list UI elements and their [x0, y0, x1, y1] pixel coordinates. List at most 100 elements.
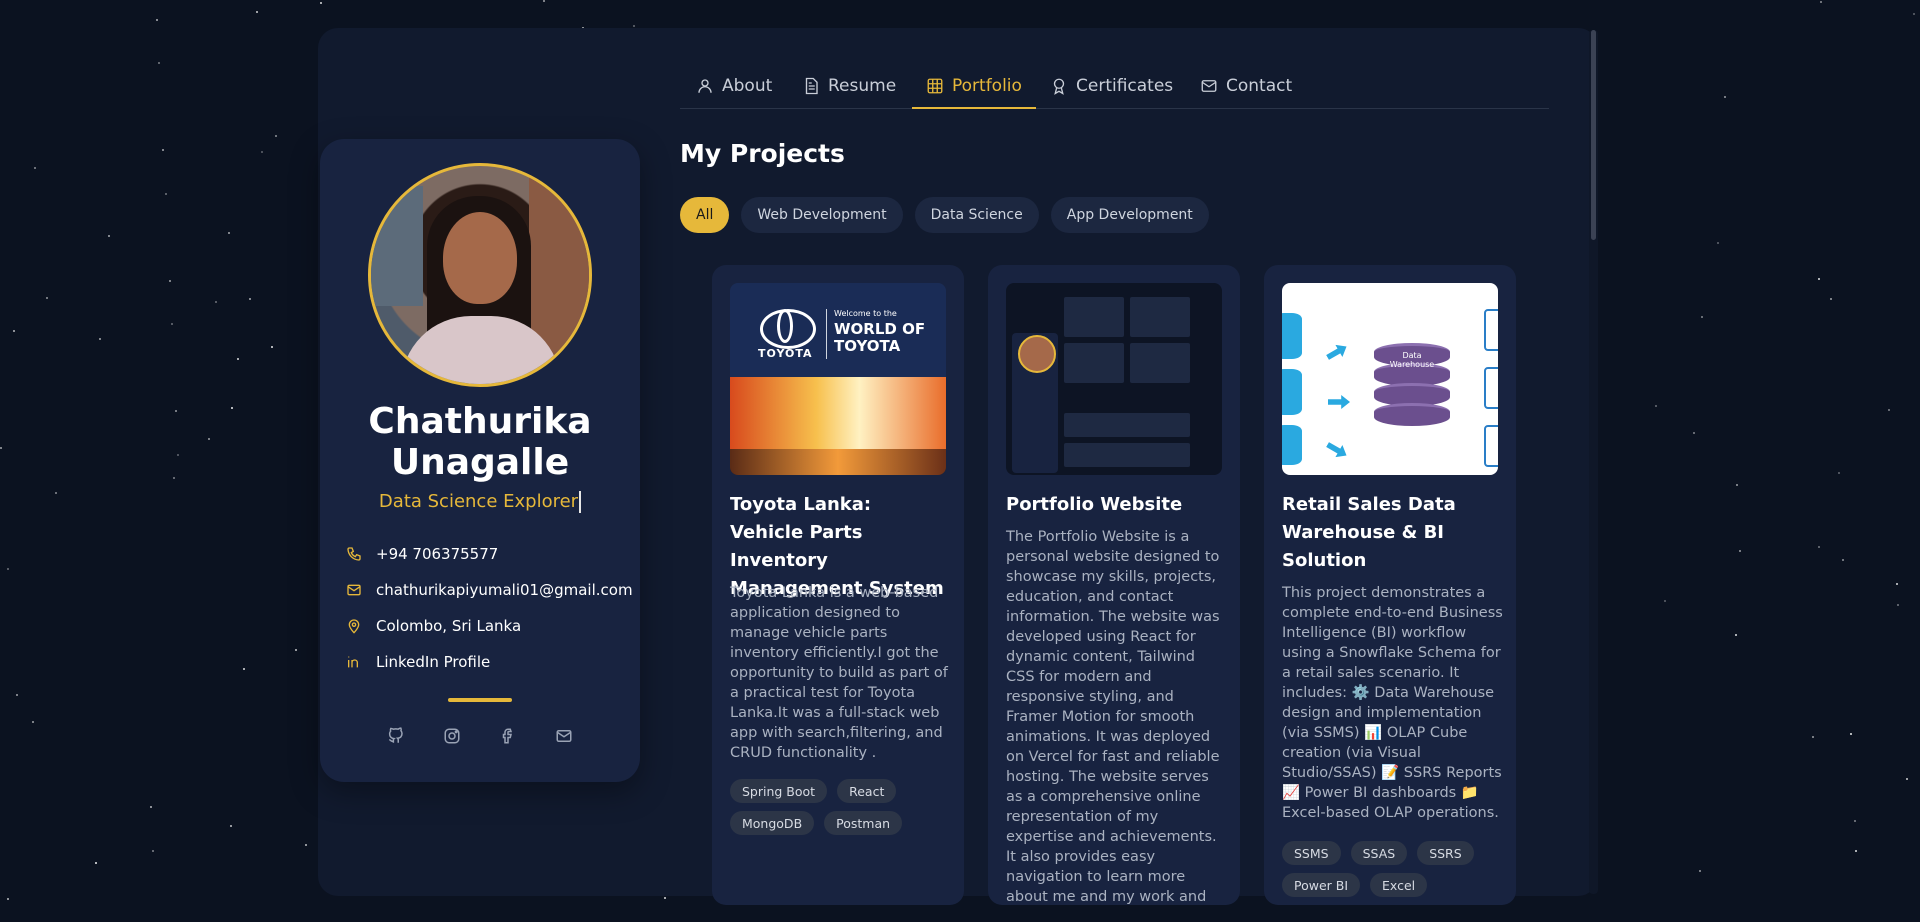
- star: [228, 232, 230, 234]
- scrollbar-thumb[interactable]: [1591, 30, 1596, 240]
- star: [162, 149, 164, 151]
- star: [1842, 559, 1844, 561]
- contact-linkedin[interactable]: LinkedIn Profile: [346, 653, 490, 671]
- tag: MongoDB: [730, 811, 815, 835]
- star: [231, 407, 233, 409]
- award-icon: [1053, 78, 1065, 95]
- star: [243, 668, 245, 670]
- project-card[interactable]: Portfolio Website The Portfolio Website …: [988, 265, 1240, 905]
- instagram-icon[interactable]: [443, 727, 461, 745]
- star: [7, 898, 9, 900]
- star: [1739, 550, 1741, 552]
- contact-phone[interactable]: +94 706375577: [346, 545, 498, 563]
- star: [1736, 484, 1738, 486]
- toyota-logo-icon: [760, 309, 816, 349]
- star: [1701, 316, 1703, 318]
- project-tags: Spring Boot React MongoDB Postman: [730, 779, 954, 835]
- star: [1818, 546, 1820, 548]
- star: [249, 298, 251, 300]
- star: [1655, 405, 1657, 407]
- star: [175, 410, 177, 412]
- star: [169, 280, 171, 282]
- contact-location[interactable]: Colombo, Sri Lanka: [346, 617, 521, 635]
- star: [1854, 820, 1856, 822]
- top-navigation: About Resume Portfolio Certificates Cont…: [680, 64, 1549, 109]
- social-links: [320, 727, 640, 745]
- star: [46, 297, 48, 299]
- star: [1812, 736, 1814, 738]
- tab-certificates[interactable]: Certificates: [1050, 64, 1173, 108]
- filter-all[interactable]: All: [680, 197, 730, 233]
- star: [7, 568, 9, 570]
- star: [1897, 604, 1899, 606]
- star: [1906, 778, 1908, 780]
- tag: React: [837, 779, 897, 803]
- star: [208, 438, 210, 440]
- project-filters: All Web Development Data Science App Dev…: [680, 197, 1209, 233]
- star: [275, 135, 277, 137]
- star: [13, 330, 15, 332]
- profile-role: Data Science Explorer: [320, 491, 640, 513]
- tag: SSAS: [1350, 841, 1408, 865]
- star: [1693, 432, 1695, 434]
- star: [16, 694, 18, 696]
- filter-app-development[interactable]: App Development: [1050, 197, 1209, 233]
- star: [1664, 600, 1666, 602]
- filter-data-science[interactable]: Data Science: [914, 197, 1039, 233]
- project-title: Portfolio Website: [1006, 494, 1183, 515]
- tab-contact[interactable]: Contact: [1200, 64, 1292, 108]
- user-icon: [698, 79, 712, 93]
- star: [1896, 583, 1898, 585]
- star: [0, 447, 2, 449]
- contact-email[interactable]: chathurikapiyumali01@gmail.com: [346, 581, 633, 599]
- tag: Postman: [824, 811, 903, 835]
- project-thumbnail: Data Warehouse: [1282, 283, 1498, 475]
- grid-icon: [927, 78, 943, 94]
- star: [1830, 298, 1832, 300]
- tag: Spring Boot: [730, 779, 828, 803]
- project-card[interactable]: TOYOTA Welcome to the WORLD OF TOYOTA Toy…: [712, 265, 964, 905]
- filter-web-development[interactable]: Web Development: [741, 197, 903, 233]
- project-card[interactable]: Data Warehouse Retail Sales Data Warehou…: [1264, 265, 1516, 905]
- star: [1820, 1, 1822, 3]
- map-pin-icon: [346, 618, 362, 634]
- tab-resume[interactable]: Resume: [802, 64, 896, 108]
- mail-icon: [1201, 80, 1217, 92]
- star: [150, 806, 152, 808]
- project-title: Retail Sales Data Warehouse & BI Solutio…: [1282, 494, 1456, 571]
- project-description: This project demonstrates a complete end…: [1282, 585, 1503, 821]
- star: [171, 323, 173, 325]
- phone-icon: [346, 546, 362, 562]
- star: [261, 151, 263, 153]
- star: [271, 346, 273, 348]
- profile-card: Chathurika Unagalle Data Science Explore…: [320, 139, 640, 782]
- star: [305, 844, 307, 846]
- facebook-icon[interactable]: [499, 727, 517, 745]
- github-icon[interactable]: [387, 727, 405, 745]
- tag: SSMS: [1282, 841, 1341, 865]
- mail-icon: [346, 582, 362, 598]
- tag: Excel: [1370, 873, 1428, 897]
- star: [1838, 472, 1840, 474]
- star: [1735, 634, 1737, 636]
- tab-about[interactable]: About: [696, 64, 772, 108]
- star: [256, 11, 258, 13]
- star: [158, 62, 160, 64]
- project-thumbnail: TOYOTA Welcome to the WORLD OF TOYOTA: [730, 283, 946, 475]
- mail-icon[interactable]: [555, 727, 573, 745]
- tag: SSRS: [1417, 841, 1474, 865]
- tab-portfolio[interactable]: Portfolio: [912, 64, 1036, 109]
- document-icon: [805, 77, 818, 95]
- typing-caret: [579, 491, 582, 513]
- star: [152, 850, 154, 852]
- star: [99, 338, 101, 340]
- star: [156, 19, 158, 21]
- star: [32, 721, 34, 723]
- star: [173, 477, 175, 479]
- star: [633, 25, 635, 27]
- star: [1699, 870, 1701, 872]
- avatar: [368, 163, 592, 387]
- tag: Power BI: [1282, 873, 1361, 897]
- star: [95, 862, 97, 864]
- page-title: My Projects: [680, 139, 845, 168]
